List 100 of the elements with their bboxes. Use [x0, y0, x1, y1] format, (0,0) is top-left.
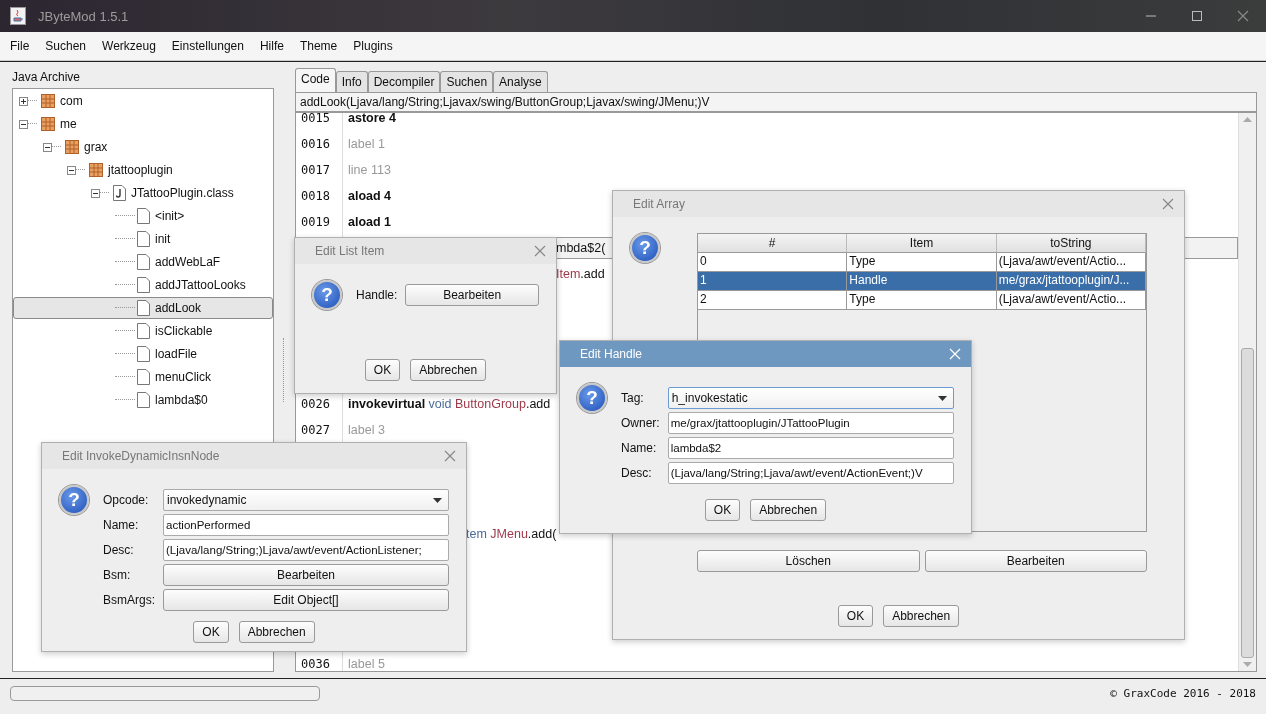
tree-item[interactable]: lambda$0: [13, 389, 273, 411]
scroll-down-icon[interactable]: [1243, 662, 1252, 667]
text-field[interactable]: lambda$2: [667, 437, 954, 459]
tab[interactable]: Analyse: [493, 71, 548, 92]
cup-icon: [10, 7, 26, 25]
table-cell[interactable]: (Ljava/awt/event/Actio...: [996, 253, 1146, 272]
tree-item[interactable]: com: [13, 90, 273, 112]
file-icon: [137, 254, 150, 270]
line-number: 0018: [300, 189, 331, 203]
dialog-button[interactable]: Abbrechen: [238, 621, 315, 643]
line-number: 0026: [300, 397, 331, 411]
table-cell[interactable]: 2: [698, 291, 848, 310]
menu-item[interactable]: File: [2, 36, 38, 56]
dialog-button[interactable]: Abbrechen: [410, 359, 487, 381]
window-title: JByteMod 1.5.1: [38, 8, 130, 24]
table-cell[interactable]: (Ljava/awt/event/Actio...: [996, 291, 1146, 310]
package-icon: [41, 117, 55, 131]
question-icon: ?: [577, 383, 607, 413]
dialog-title: Edit InvokeDynamicInsnNode: [62, 449, 221, 463]
question-icon: ?: [312, 280, 342, 310]
tree-item[interactable]: JTattooPlugin.class: [13, 182, 273, 204]
table-cell[interactable]: 0: [698, 253, 848, 272]
table-cell[interactable]: me/grax/jtattooplugin/J...: [996, 272, 1146, 291]
column-header[interactable]: Item: [847, 234, 997, 253]
dialog-button[interactable]: Abbrechen: [750, 499, 827, 521]
dialog-button[interactable]: Abbrechen: [883, 605, 960, 627]
menu-item[interactable]: Plugins: [345, 36, 401, 56]
tree-item[interactable]: addWebLaF: [13, 251, 273, 273]
menu-item[interactable]: Suchen: [37, 36, 95, 56]
dialog-button[interactable]: OK: [704, 499, 741, 521]
file-icon: [137, 231, 150, 247]
table-cell[interactable]: Type: [847, 253, 997, 272]
code-line: tem JMenu.add(: [466, 526, 557, 543]
line-number: 0016: [300, 137, 331, 151]
caret-icon: [433, 497, 442, 503]
tab[interactable]: Code: [295, 68, 336, 92]
line-number: 0015: [300, 113, 331, 125]
column-header[interactable]: toString: [996, 234, 1146, 253]
code-line: invokevirtual void ButtonGroup.add: [348, 396, 551, 413]
collapse-icon[interactable]: [43, 142, 52, 152]
tree-item[interactable]: me: [13, 113, 273, 135]
close-icon[interactable]: [444, 450, 456, 462]
collapse-icon[interactable]: [67, 165, 76, 175]
file-icon: [137, 208, 150, 224]
tree-item[interactable]: grax: [13, 136, 273, 158]
dropdown[interactable]: invokedynamic: [163, 489, 449, 511]
scroll-up-icon[interactable]: [1243, 117, 1252, 122]
table-cell[interactable]: 1: [698, 272, 848, 291]
menu-item[interactable]: Einstellungen: [163, 36, 252, 56]
column-header[interactable]: #: [698, 234, 848, 253]
close-icon[interactable]: [1162, 198, 1174, 210]
edit-button[interactable]: Edit Object[]: [163, 589, 449, 611]
tab[interactable]: Info: [335, 71, 368, 92]
scrollbar-thumb[interactable]: [1241, 347, 1254, 659]
collapse-icon[interactable]: [19, 119, 28, 129]
tree-item[interactable]: init: [13, 228, 273, 250]
menu-item[interactable]: Hilfe: [251, 36, 292, 56]
dialog-button[interactable]: OK: [193, 621, 229, 643]
method-signature: addLook(Ljava/lang/String;Ljavax/swing/ButtonGroup;Ljavax/swing/JMenu;)V: [295, 92, 1257, 112]
collapse-icon[interactable]: [91, 188, 100, 198]
dialog-button[interactable]: OK: [364, 359, 401, 381]
text-field[interactable]: me/grax/jtattooplugin/JTattooPlugin: [667, 412, 954, 434]
code-line: line 113: [348, 162, 391, 179]
text-field[interactable]: (Ljava/lang/String;Ljava/awt/event/ActionEvent;)V: [667, 462, 954, 484]
field-label: Opcode:: [103, 492, 150, 509]
code-line: label 1: [348, 136, 385, 153]
file-icon: [137, 369, 150, 385]
line-number: 0019: [300, 215, 331, 229]
tree-item[interactable]: isClickable: [13, 320, 273, 342]
close-icon[interactable]: [1237, 10, 1249, 22]
expand-icon[interactable]: [19, 96, 28, 106]
tree-item[interactable]: <init>: [13, 205, 273, 227]
edit-button[interactable]: Bearbeiten: [163, 564, 449, 586]
tree-item[interactable]: jtattooplugin: [13, 159, 273, 181]
tree-item[interactable]: menuClick: [13, 366, 273, 388]
file-icon: [137, 323, 150, 339]
maximize-icon[interactable]: [1192, 11, 1202, 21]
dialog-button[interactable]: OK: [837, 605, 874, 627]
text-field[interactable]: actionPerformed: [163, 514, 449, 536]
tree-item[interactable]: loadFile: [13, 343, 273, 365]
file-icon: [137, 277, 150, 293]
action-button[interactable]: Bearbeiten: [924, 550, 1147, 572]
tree-item[interactable]: addJTattooLooks: [13, 274, 273, 296]
action-button[interactable]: Löschen: [697, 550, 920, 572]
edit-button[interactable]: Bearbeiten: [405, 284, 539, 306]
field-label: Handle:: [356, 287, 399, 304]
dropdown[interactable]: h_invokestatic: [667, 387, 954, 409]
menu-item[interactable]: Theme: [291, 36, 346, 56]
tab[interactable]: Decompiler: [367, 71, 441, 92]
file-icon: [137, 392, 150, 408]
tree-item[interactable]: addLook: [13, 297, 273, 319]
package-icon: [89, 163, 103, 177]
text-field[interactable]: (Ljava/lang/String;)Ljava/awt/event/ActionListener;: [163, 539, 449, 561]
tab[interactable]: Suchen: [440, 71, 494, 92]
table-cell[interactable]: Type: [847, 291, 997, 310]
menu-item[interactable]: Werkzeug: [94, 36, 164, 56]
close-icon[interactable]: [534, 245, 546, 257]
scrollbar[interactable]: [1238, 113, 1256, 671]
table-cell[interactable]: Handle: [847, 272, 997, 291]
line-number: 0017: [300, 163, 331, 177]
